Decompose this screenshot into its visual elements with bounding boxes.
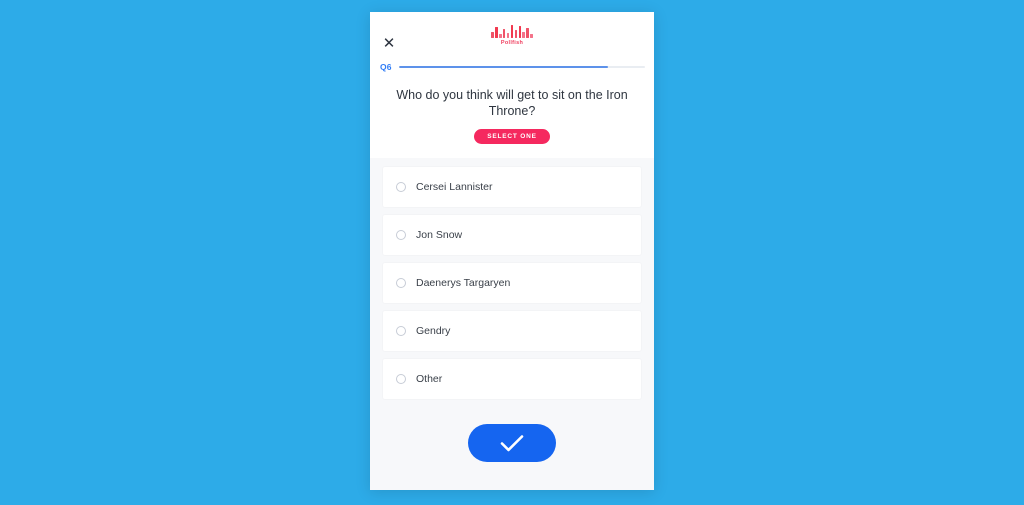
- card-header: ✕ Pollfish Q6 Who do you think will get …: [370, 12, 654, 158]
- option-row[interactable]: Other: [383, 358, 641, 399]
- radio-unchecked-icon[interactable]: [396, 373, 406, 384]
- radio-unchecked-icon[interactable]: [396, 277, 406, 288]
- option-row[interactable]: Jon Snow: [383, 214, 641, 255]
- select-one-badge: SELECT ONE: [474, 129, 550, 144]
- radio-unchecked-icon[interactable]: [396, 325, 406, 336]
- header-top-bar: ✕ Pollfish: [370, 12, 654, 56]
- option-label: Gendry: [416, 324, 451, 337]
- radio-unchecked-icon[interactable]: [396, 229, 406, 240]
- option-row[interactable]: Daenerys Targaryen: [383, 262, 641, 303]
- option-row[interactable]: Gendry: [383, 310, 641, 351]
- brand-name: Pollfish: [500, 40, 524, 46]
- waveform-icon: [491, 25, 533, 38]
- progress-row: Q6: [370, 56, 654, 78]
- progress-fill: [398, 65, 609, 69]
- brand-logo: Pollfish: [370, 25, 654, 46]
- page-background: ✕ Pollfish Q6 Who do you think will get …: [0, 0, 1024, 505]
- option-label: Cersei Lannister: [416, 180, 493, 193]
- submit-area: [370, 399, 654, 491]
- survey-card: ✕ Pollfish Q6 Who do you think will get …: [370, 12, 654, 490]
- question-text: Who do you think will get to sit on the …: [396, 88, 628, 118]
- option-label: Other: [416, 372, 443, 385]
- radio-unchecked-icon[interactable]: [396, 181, 406, 192]
- option-row[interactable]: Cersei Lannister: [383, 166, 641, 207]
- submit-button[interactable]: [468, 423, 556, 462]
- checkmark-icon: [500, 434, 524, 451]
- option-label: Jon Snow: [416, 228, 463, 241]
- question-number-label: Q6: [380, 62, 392, 72]
- option-label: Daenerys Targaryen: [416, 276, 511, 289]
- question-block: Who do you think will get to sit on the …: [370, 78, 654, 119]
- badge-row: SELECT ONE: [370, 119, 654, 158]
- options-list: Cersei Lannister Jon Snow Daenerys Targary…: [370, 158, 654, 399]
- progress-track: [398, 65, 645, 69]
